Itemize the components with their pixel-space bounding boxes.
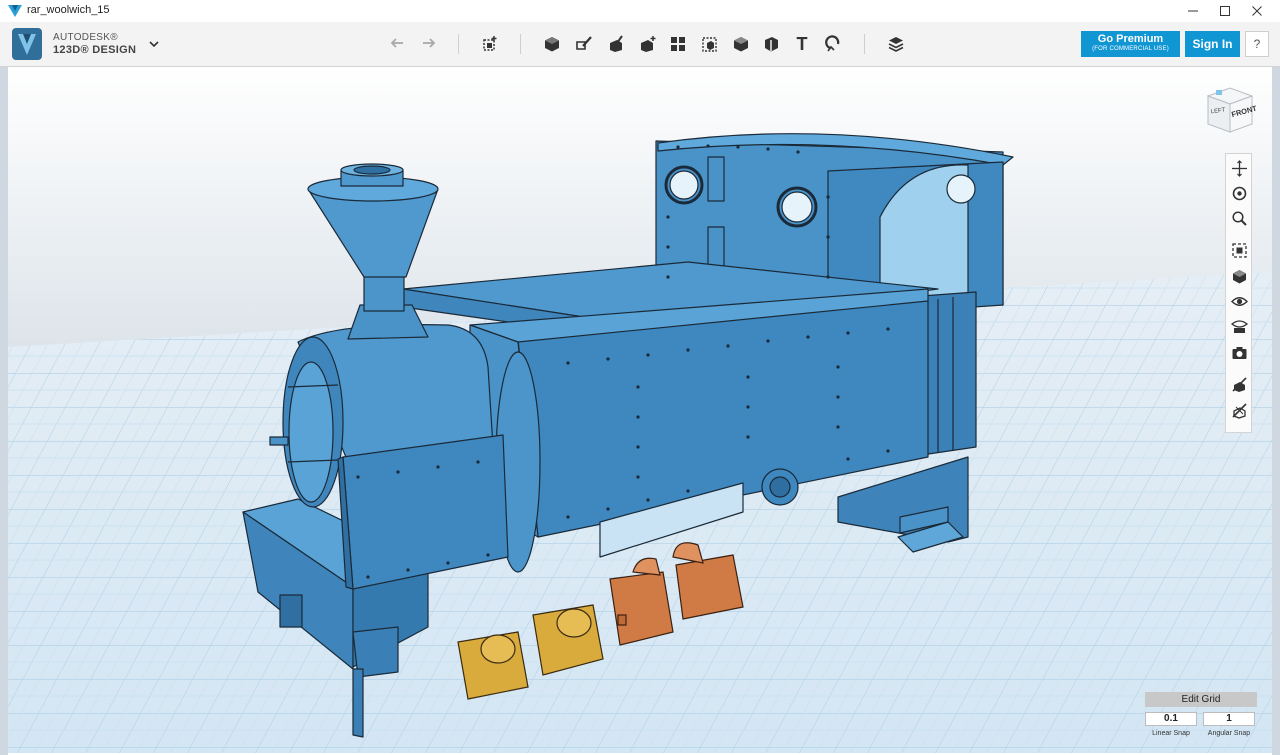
view-cube-icon <box>1232 269 1246 283</box>
main-toolbar: AUTODESK® 123D® DESIGN T Go Premium (FOR… <box>0 22 1280 67</box>
orbit-icon <box>1232 186 1246 200</box>
sign-in-button[interactable]: Sign In <box>1185 31 1240 57</box>
fit-button[interactable] <box>1229 240 1249 260</box>
toolbar-separator <box>864 34 865 54</box>
minimize-button[interactable] <box>1176 0 1210 22</box>
close-button[interactable] <box>1240 0 1274 22</box>
orbit-button[interactable] <box>1229 183 1249 203</box>
app-menu-chevron-icon[interactable] <box>146 36 162 52</box>
edit-grid-button[interactable]: Edit Grid <box>1145 692 1257 707</box>
combine-icon <box>734 37 748 52</box>
window-title: rar_woolwich_15 <box>27 4 110 16</box>
view-cube[interactable]: LEFT FRONT <box>1200 82 1256 136</box>
pattern-icon <box>671 37 685 51</box>
modify-button[interactable] <box>636 32 660 56</box>
pan-button[interactable] <box>1229 158 1249 178</box>
app-logo-icon <box>8 5 22 17</box>
camera-icon <box>1232 346 1246 359</box>
camera-button[interactable] <box>1229 342 1249 362</box>
maximize-button[interactable] <box>1208 0 1242 22</box>
hide-sketch-button[interactable] <box>1229 374 1249 394</box>
redo-button[interactable] <box>416 32 440 56</box>
redo-icon <box>423 38 436 48</box>
autodesk-logo-icon <box>12 28 42 60</box>
navigation-bar <box>1225 153 1252 433</box>
go-premium-button[interactable]: Go Premium (FOR COMMERCIAL USE) <box>1081 31 1180 57</box>
hide-mesh-icon <box>1231 402 1247 419</box>
viewport-canvas[interactable] <box>8 67 1272 753</box>
text-button[interactable]: T <box>790 32 814 56</box>
sketch-icon <box>576 36 592 50</box>
minimize-icon <box>1188 10 1198 12</box>
modify-icon <box>641 36 656 52</box>
close-icon <box>1252 6 1262 16</box>
undo-icon <box>390 38 403 48</box>
visibility-icon <box>1230 296 1248 306</box>
grouping-button[interactable] <box>698 32 722 56</box>
grouping-icon <box>702 37 717 52</box>
angular-snap-label: Angular Snap <box>1207 730 1251 737</box>
materials-view-button[interactable] <box>1229 316 1249 336</box>
hide-sketch-icon <box>1231 376 1247 392</box>
undo-button[interactable] <box>386 32 410 56</box>
primitives-button[interactable] <box>540 32 564 56</box>
snap-icon <box>825 35 840 52</box>
measure-icon <box>765 37 778 52</box>
left-edge <box>0 67 8 755</box>
transform-icon <box>483 36 497 51</box>
zoom-icon <box>1231 210 1247 226</box>
brand-line1: AUTODESK® <box>53 32 118 43</box>
help-button[interactable]: ? <box>1245 31 1269 57</box>
toolbar-separator <box>458 34 459 54</box>
measure-button[interactable] <box>759 32 783 56</box>
premium-sublabel: (FOR COMMERCIAL USE) <box>1092 46 1169 52</box>
transform-button[interactable] <box>478 32 502 56</box>
scene-svg <box>8 67 1272 753</box>
brand-line2: 123D® DESIGN <box>53 44 137 56</box>
zoom-button[interactable] <box>1229 208 1249 228</box>
view-cube-button[interactable] <box>1229 266 1249 286</box>
right-edge <box>1272 67 1280 755</box>
snap-button[interactable] <box>822 32 846 56</box>
linear-snap-field[interactable]: 0.1 <box>1145 712 1197 726</box>
text-icon: T <box>796 33 808 54</box>
edit-grid-panel: Edit Grid 0.1 1 Linear Snap Angular Snap <box>1145 692 1257 744</box>
construct-button[interactable] <box>604 32 628 56</box>
pattern-button[interactable] <box>666 32 690 56</box>
sketch-button[interactable] <box>572 32 596 56</box>
hide-mesh-button[interactable] <box>1229 400 1249 420</box>
materials-view-icon <box>1230 319 1248 333</box>
fit-icon <box>1231 242 1247 258</box>
premium-label: Go Premium <box>1097 33 1164 45</box>
combine-button[interactable] <box>729 32 753 56</box>
materials-button[interactable] <box>884 32 908 56</box>
maximize-icon <box>1220 6 1230 16</box>
construct-icon <box>610 35 623 52</box>
visibility-button[interactable] <box>1229 291 1249 311</box>
primitives-icon <box>545 37 559 52</box>
pan-icon <box>1231 159 1247 177</box>
linear-snap-label: Linear Snap <box>1152 730 1190 737</box>
angular-snap-field[interactable]: 1 <box>1203 712 1255 726</box>
window-titlebar: rar_woolwich_15 <box>0 0 1280 23</box>
yellow-part-1[interactable] <box>457 631 529 700</box>
toolbar-separator <box>520 34 521 54</box>
materials-icon <box>888 37 904 52</box>
